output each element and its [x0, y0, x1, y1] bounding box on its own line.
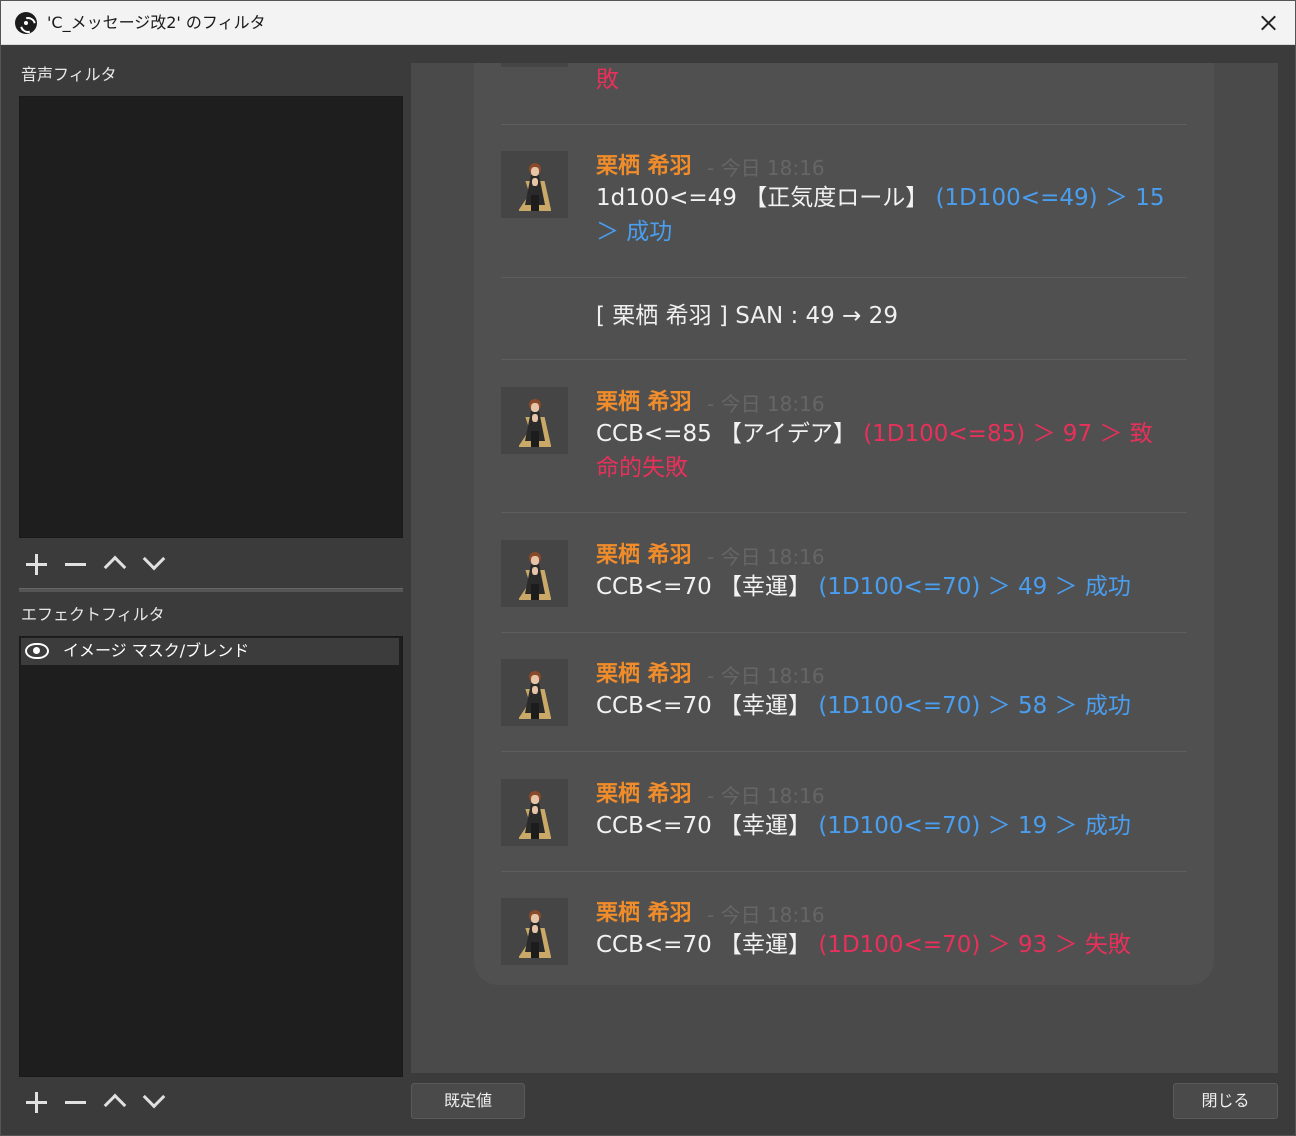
system-message-text: [ 栗栖 希羽 ] SAN : 49 → 29	[596, 303, 898, 329]
avatar	[501, 540, 568, 607]
message-author: 栗栖 希羽	[596, 901, 692, 926]
message-divider	[501, 359, 1187, 360]
avatar	[501, 779, 568, 846]
message-result-cont: ＞ 成功	[596, 219, 673, 245]
message-timestamp: - 今日 18:16	[707, 664, 825, 688]
message-timestamp: - 今日 18:16	[707, 903, 825, 927]
message-result: (1D100<=85) ＞ 97 ＞ 致	[863, 421, 1153, 447]
message-timestamp: - 今日 18:16	[707, 784, 825, 808]
message-divider	[501, 277, 1187, 278]
avatar	[501, 151, 568, 218]
message-timestamp: - 今日 18:16	[707, 156, 825, 180]
message-timestamp: - 今日 18:16	[707, 545, 825, 569]
effect-filters-list[interactable]	[19, 636, 403, 1077]
obs-app-icon	[15, 12, 37, 34]
effect-filters-toolbar	[23, 1087, 179, 1117]
message-result-cont: 命的失敗	[596, 455, 688, 481]
message-command: CCB<=85 【アイデア】	[596, 421, 856, 447]
message-author: 栗栖 希羽	[596, 782, 692, 807]
message-divider	[501, 124, 1187, 125]
message-result: (1D100<=49) ＞ 15	[935, 185, 1165, 211]
move-effect-filter-down-chevron-icon[interactable]	[140, 1087, 179, 1117]
close-icon[interactable]	[1251, 7, 1285, 39]
move-audio-filter-down-chevron-icon[interactable]	[140, 549, 179, 579]
effect-filter-label: イメージ マスク/ブレンド	[63, 641, 250, 660]
message-command: CCB<=70 【幸運】	[596, 693, 812, 719]
move-effect-filter-up-chevron-icon[interactable]	[101, 1087, 140, 1117]
message-divider	[501, 512, 1187, 513]
avatar	[501, 63, 568, 67]
message-result: (1D100<=70) ＞ 19 ＞ 成功	[818, 813, 1131, 839]
chat-log-panel: 敗 栗栖 希羽 - 今日 18:16 1d100<=49 【正気度ロール】 (1…	[474, 63, 1214, 985]
filters-dialog: 'C_メッセージ改2' のフィルタ 音声フィルタ エフェクトフィルタ イメージ …	[0, 0, 1296, 1136]
message-command: CCB<=70 【幸運】	[596, 574, 812, 600]
message-divider	[501, 751, 1187, 752]
audio-filters-label: 音声フィルタ	[21, 65, 117, 84]
message-divider	[501, 871, 1187, 872]
title-bar: 'C_メッセージ改2' のフィルタ	[1, 1, 1295, 45]
message-body: CCB<=70 【幸運】 (1D100<=70) ＞ 49 ＞ 成功	[596, 570, 1186, 604]
message-result: (1D100<=70) ＞ 58 ＞ 成功	[818, 693, 1131, 719]
avatar	[501, 659, 568, 726]
remove-audio-filter-minus-icon[interactable]	[62, 549, 101, 579]
avatar	[501, 387, 568, 454]
close-button[interactable]: 閉じる	[1173, 1083, 1278, 1119]
message-timestamp: - 今日 18:16	[707, 392, 825, 416]
message-divider	[501, 632, 1187, 633]
message-body: CCB<=70 【幸運】 (1D100<=70) ＞ 19 ＞ 成功	[596, 809, 1186, 843]
message-author: 栗栖 希羽	[596, 154, 692, 179]
audio-filters-list[interactable]	[19, 96, 403, 538]
message-command: CCB<=70 【幸運】	[596, 932, 812, 958]
message-command: 1d100<=49 【正気度ロール】	[596, 185, 929, 211]
message-body: 1d100<=49 【正気度ロール】 (1D100<=49) ＞ 15 ＞ 成功	[596, 181, 1186, 249]
visibility-eye-icon[interactable]	[25, 643, 49, 659]
message-body: CCB<=70 【幸運】 (1D100<=70) ＞ 93 ＞ 失敗	[596, 928, 1186, 962]
add-effect-filter-plus-icon[interactable]	[23, 1087, 62, 1117]
remove-effect-filter-minus-icon[interactable]	[62, 1087, 101, 1117]
move-audio-filter-up-chevron-icon[interactable]	[101, 549, 140, 579]
message-author: 栗栖 希羽	[596, 662, 692, 687]
add-audio-filter-plus-icon[interactable]	[23, 549, 62, 579]
effect-filters-label: エフェクトフィルタ	[21, 605, 165, 624]
avatar	[501, 898, 568, 965]
source-preview: 敗 栗栖 希羽 - 今日 18:16 1d100<=49 【正気度ロール】 (1…	[411, 63, 1278, 1073]
message-author: 栗栖 希羽	[596, 390, 692, 415]
window-title: 'C_メッセージ改2' のフィルタ	[47, 13, 266, 32]
message-command: CCB<=70 【幸運】	[596, 813, 812, 839]
audio-filters-toolbar	[23, 549, 179, 579]
filters-splitter[interactable]	[19, 588, 403, 592]
message-body: CCB<=85 【アイデア】 (1D100<=85) ＞ 97 ＞ 致命的失敗	[596, 417, 1186, 485]
effect-filter-item[interactable]: イメージ マスク/ブレンド	[21, 638, 399, 665]
message-body: CCB<=70 【幸運】 (1D100<=70) ＞ 58 ＞ 成功	[596, 689, 1186, 723]
message-author: 栗栖 希羽	[596, 543, 692, 568]
defaults-button[interactable]: 既定値	[411, 1083, 525, 1119]
message-fragment: 敗	[596, 67, 619, 93]
message-result: (1D100<=70) ＞ 93 ＞ 失敗	[818, 932, 1131, 958]
message-result: (1D100<=70) ＞ 49 ＞ 成功	[818, 574, 1131, 600]
